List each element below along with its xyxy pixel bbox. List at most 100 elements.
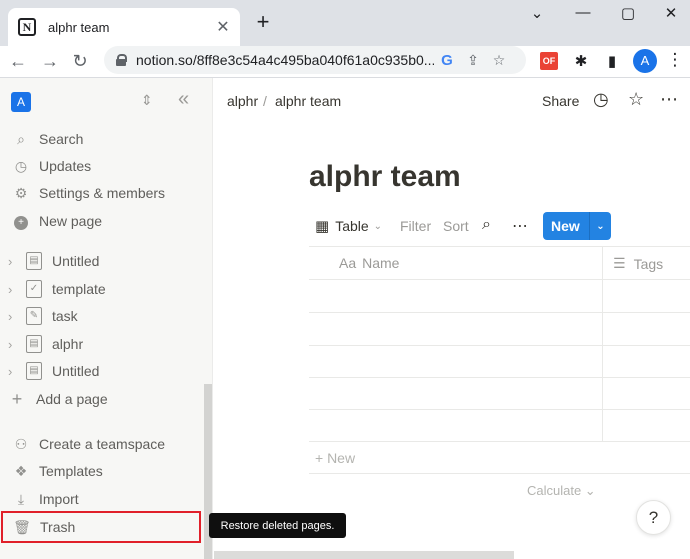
checkbox-page-icon: ✓: [26, 280, 42, 298]
google-translate-icon[interactable]: G: [434, 52, 460, 69]
more-icon[interactable]: ⋯: [512, 216, 528, 236]
sidebar-item-new-page[interactable]: + New page: [0, 208, 212, 234]
reload-button[interactable]: ↻: [68, 48, 92, 74]
history-clock-icon[interactable]: ◷: [593, 89, 609, 110]
trash-tooltip: Restore deleted pages.: [209, 513, 346, 538]
column-label: Tags: [633, 255, 664, 272]
page-label: template: [52, 281, 106, 297]
sidebar-page-untitled-2[interactable]: › ▤ Untitled: [0, 358, 204, 384]
extension-of-icon[interactable]: OF: [540, 52, 558, 70]
minimize-button[interactable]: —: [568, 4, 598, 21]
sidebar-item-label: Templates: [39, 463, 103, 479]
edit-page-icon: ✎: [26, 307, 42, 325]
column-header-tags[interactable]: ☰ Tags: [613, 255, 663, 272]
favorite-star-icon[interactable]: ☆: [628, 89, 644, 110]
expand-chevron-icon[interactable]: ›: [8, 282, 22, 297]
add-new-row-button[interactable]: + New: [315, 450, 355, 466]
plus-circle-icon: +: [14, 216, 28, 230]
sidebar-item-label: New page: [39, 213, 103, 229]
add-a-page-button[interactable]: + Add a page: [0, 386, 204, 412]
sidebar-item-settings[interactable]: ⚙ Settings & members: [0, 180, 212, 206]
add-page-label: Add a page: [36, 391, 108, 407]
view-label: Table: [335, 218, 369, 234]
text-type-icon: Aa: [339, 255, 357, 271]
page-label: Untitled: [52, 363, 100, 379]
sidebar-page-untitled[interactable]: › ▤ Untitled: [0, 248, 204, 274]
plus-icon: +: [11, 388, 23, 409]
more-options-icon[interactable]: ⋯: [660, 89, 678, 110]
browser-menu-icon[interactable]: ⋮: [666, 50, 684, 69]
table-row[interactable]: [309, 279, 690, 280]
address-bar[interactable]: notion.so/8ff8e3c54a4c495ba040f61a0c935b…: [104, 46, 526, 74]
url-text[interactable]: notion.so/8ff8e3c54a4c495ba040f61a0c935b…: [136, 52, 434, 68]
workspace-avatar[interactable]: A: [11, 92, 31, 112]
expand-chevron-icon[interactable]: ›: [8, 309, 22, 324]
table-row[interactable]: [309, 409, 690, 410]
sidebar-page-task[interactable]: › ✎ task: [0, 303, 204, 329]
breadcrumb-separator: /: [263, 93, 267, 109]
tab-search-icon[interactable]: ⌄: [522, 4, 552, 22]
workspace-switch-icon[interactable]: ⇕: [141, 92, 153, 109]
table-view-tab[interactable]: ▦ Table ⌄: [315, 217, 382, 235]
sort-button[interactable]: Sort: [443, 218, 469, 234]
profile-avatar[interactable]: A: [633, 49, 657, 73]
sidebar-item-updates[interactable]: ◷ Updates: [0, 153, 212, 179]
close-window-button[interactable]: ✕: [656, 4, 686, 22]
sidebar-item-trash[interactable]: 🗑 Trash: [1, 511, 201, 543]
bookmark-star-icon[interactable]: ☆: [486, 52, 512, 69]
page-title[interactable]: alphr team: [309, 160, 461, 194]
breadcrumb-parent[interactable]: alphr: [227, 93, 258, 109]
sidebar-item-label: Search: [39, 131, 84, 147]
table-row[interactable]: [309, 345, 690, 346]
sidebar-page-template[interactable]: › ✓ template: [0, 276, 204, 302]
sidebar-item-create-teamspace[interactable]: ⚇ Create a teamspace: [0, 431, 212, 457]
list-icon: ☰: [613, 255, 626, 271]
page-icon: ▤: [26, 362, 42, 380]
sidebar-page-alphr[interactable]: › ▤ alphr: [0, 331, 204, 357]
sidebar-item-label: Trash: [40, 519, 76, 535]
breadcrumb-current[interactable]: alphr team: [275, 93, 341, 109]
back-button[interactable]: ←: [6, 48, 30, 74]
page-label: task: [52, 308, 78, 324]
help-button[interactable]: ?: [636, 500, 671, 535]
page-icon: ▤: [26, 335, 42, 353]
new-tab-button[interactable]: +: [252, 11, 274, 34]
sidebar-item-label: Settings & members: [39, 185, 166, 201]
import-icon: ⤓: [17, 490, 25, 507]
share-page-icon[interactable]: ⇪: [460, 52, 486, 69]
lock-icon[interactable]: [116, 54, 127, 66]
calculate-dropdown[interactable]: Calculate ⌄: [527, 483, 596, 499]
templates-icon: ❖: [14, 462, 28, 479]
side-panel-icon[interactable]: ▮: [602, 52, 622, 70]
expand-chevron-icon[interactable]: ›: [8, 337, 22, 352]
expand-chevron-icon[interactable]: ›: [8, 254, 22, 269]
chevron-down-icon[interactable]: ⌄: [590, 221, 611, 232]
sidebar-item-label: Updates: [39, 158, 92, 174]
filter-button[interactable]: Filter: [400, 218, 431, 234]
sidebar-item-templates[interactable]: ❖ Templates: [0, 458, 212, 484]
table-row[interactable]: [309, 377, 690, 378]
table-row[interactable]: [309, 441, 690, 442]
sidebar-item-search[interactable]: ⌕ Search: [0, 126, 212, 152]
share-button[interactable]: Share: [542, 93, 579, 109]
collapse-sidebar-icon[interactable]: «: [178, 88, 189, 111]
forward-button[interactable]: →: [38, 48, 62, 74]
page-icon: ▤: [26, 252, 42, 270]
column-divider: [602, 247, 603, 441]
sidebar-item-import[interactable]: ⤓ Import: [0, 486, 212, 512]
new-record-button[interactable]: New ⌄: [543, 212, 611, 240]
search-icon: ⌕: [17, 130, 25, 147]
horizontal-scrollbar[interactable]: [214, 551, 514, 559]
extensions-puzzle-icon[interactable]: ✱: [571, 52, 591, 70]
column-label: Name: [362, 255, 400, 271]
sidebar-item-label: Import: [39, 491, 79, 507]
browser-tab[interactable]: N alphr team ✕: [8, 8, 240, 46]
teamspace-icon: ⚇: [14, 435, 28, 452]
tab-close-icon[interactable]: ✕: [212, 17, 234, 37]
maximize-button[interactable]: ▢: [613, 4, 643, 22]
column-header-name[interactable]: Aa Name: [339, 255, 399, 271]
expand-chevron-icon[interactable]: ›: [8, 364, 22, 379]
table-row[interactable]: [309, 312, 690, 313]
sidebar: A ⇕ « ⌕ Search ◷ Updates ⚙ Settings & me…: [0, 78, 213, 559]
search-icon[interactable]: ⌕: [482, 216, 491, 234]
